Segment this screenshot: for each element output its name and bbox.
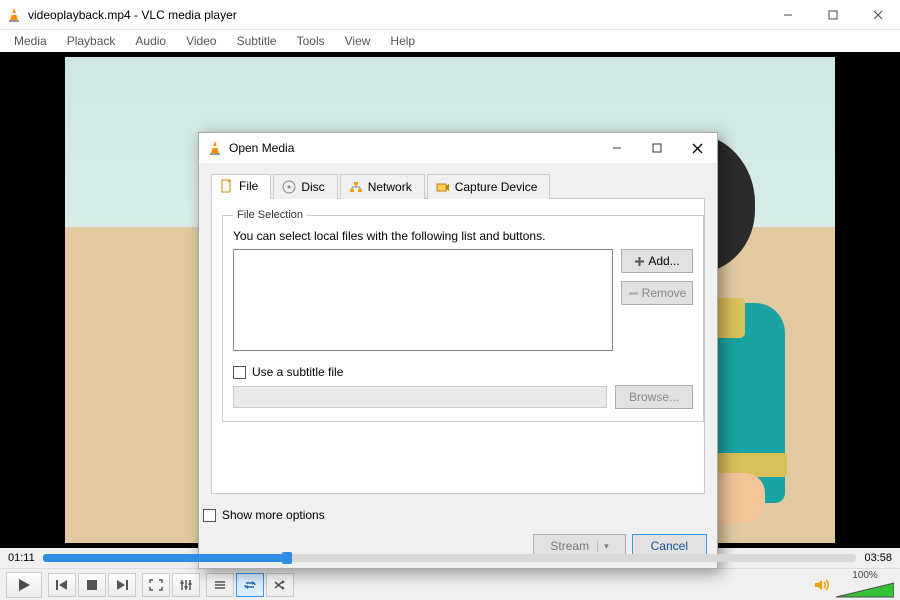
open-media-dialog: Open Media File Disc Network (198, 132, 718, 569)
network-icon (349, 180, 363, 194)
tab-file[interactable]: File (211, 174, 271, 199)
play-button[interactable] (6, 572, 42, 598)
plus-icon (634, 256, 645, 267)
volume-control: 100% (814, 570, 894, 599)
total-time[interactable]: 03:58 (864, 552, 892, 564)
dialog-titlebar[interactable]: Open Media (199, 133, 717, 163)
fullscreen-button[interactable] (142, 573, 170, 597)
speaker-icon[interactable] (814, 578, 832, 592)
shuffle-button[interactable] (266, 573, 294, 597)
minus-icon (628, 288, 639, 299)
remove-button[interactable]: Remove (621, 281, 693, 305)
tab-capture-device-label: Capture Device (455, 180, 538, 194)
tab-capture-device[interactable]: Capture Device (427, 174, 551, 199)
window-title: videoplayback.mp4 - VLC media player (28, 8, 765, 22)
dialog-minimize-button[interactable] (597, 133, 637, 163)
next-button[interactable] (108, 573, 136, 597)
tab-disc[interactable]: Disc (273, 174, 337, 199)
subtitle-path-field (233, 386, 607, 408)
volume-slider[interactable] (836, 581, 894, 599)
menu-media[interactable]: Media (6, 32, 55, 50)
previous-button[interactable] (48, 573, 76, 597)
browse-button[interactable]: Browse... (615, 385, 693, 409)
dialog-title: Open Media (229, 141, 597, 155)
tab-network[interactable]: Network (340, 174, 425, 199)
stop-button[interactable] (78, 573, 106, 597)
add-button-label: Add... (648, 254, 679, 268)
add-button[interactable]: Add... (621, 249, 693, 273)
controls-bar: 100% (0, 568, 900, 600)
chevron-down-icon[interactable]: ▾ (597, 541, 609, 552)
dialog-tabs: File Disc Network Capture Device (211, 173, 705, 199)
seek-fill (43, 554, 287, 562)
menu-audio[interactable]: Audio (127, 32, 174, 50)
seek-knob[interactable] (282, 552, 292, 564)
window-close-button[interactable] (855, 0, 900, 30)
file-selection-hint: You can select local files with the foll… (233, 229, 693, 243)
menu-video[interactable]: Video (178, 32, 224, 50)
volume-percent-label: 100% (836, 570, 894, 581)
show-more-options-checkbox[interactable] (203, 509, 216, 522)
video-area[interactable]: Open Media File Disc Network (0, 52, 900, 548)
disc-icon (282, 180, 296, 194)
capture-icon (436, 180, 450, 194)
elapsed-time[interactable]: 01:11 (8, 552, 35, 564)
menubar: Media Playback Audio Video Subtitle Tool… (0, 30, 900, 52)
seek-slider[interactable] (43, 554, 857, 562)
show-more-options-label: Show more options (222, 508, 325, 522)
playlist-button[interactable] (206, 573, 234, 597)
cancel-button-label: Cancel (651, 539, 688, 553)
menu-tools[interactable]: Tools (289, 32, 333, 50)
loop-button[interactable] (236, 573, 264, 597)
vlc-logo-icon (207, 140, 223, 156)
extended-settings-button[interactable] (172, 573, 200, 597)
menu-view[interactable]: View (337, 32, 379, 50)
dialog-maximize-button[interactable] (637, 133, 677, 163)
file-icon (220, 179, 234, 193)
tab-network-label: Network (368, 180, 412, 194)
file-selection-group: File Selection You can select local file… (222, 209, 704, 422)
use-subtitle-checkbox[interactable] (233, 366, 246, 379)
window-minimize-button[interactable] (765, 0, 810, 30)
use-subtitle-label: Use a subtitle file (252, 365, 343, 379)
vlc-logo-icon (6, 7, 22, 23)
file-list[interactable] (233, 249, 613, 351)
dialog-close-button[interactable] (677, 133, 717, 163)
remove-button-label: Remove (642, 286, 687, 300)
tab-file-label: File (239, 179, 258, 193)
app-titlebar: videoplayback.mp4 - VLC media player (0, 0, 900, 30)
tab-disc-label: Disc (301, 180, 324, 194)
stream-button-label: Stream (550, 539, 589, 553)
menu-help[interactable]: Help (382, 32, 423, 50)
menu-playback[interactable]: Playback (59, 32, 124, 50)
file-selection-legend: File Selection (233, 209, 307, 221)
browse-button-label: Browse... (629, 390, 679, 404)
menu-subtitle[interactable]: Subtitle (229, 32, 285, 50)
window-maximize-button[interactable] (810, 0, 855, 30)
